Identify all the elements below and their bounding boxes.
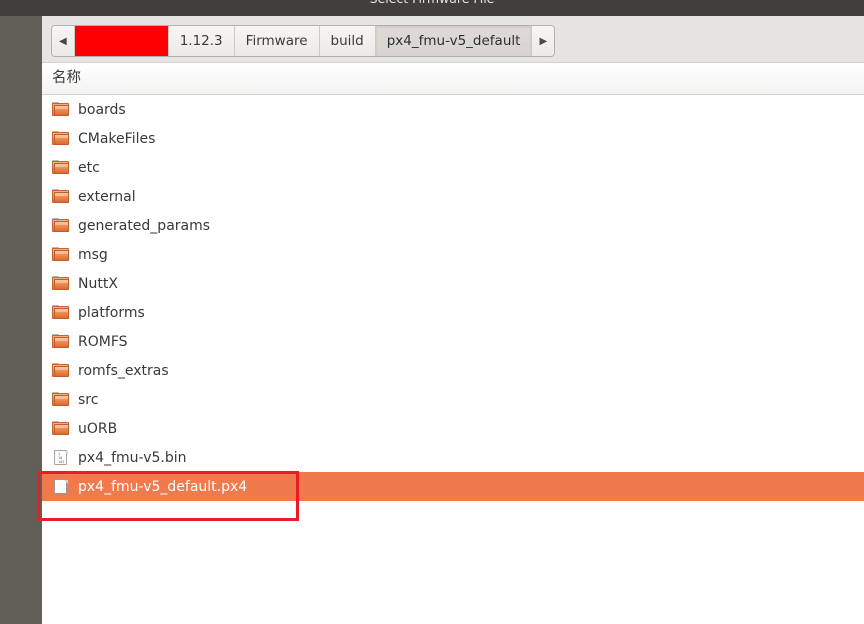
list-column-header[interactable]: 名称 [42, 63, 864, 95]
file-list-row[interactable]: ROMFS [42, 327, 864, 356]
breadcrumb-item-version[interactable]: 1.12.3 [168, 26, 235, 56]
path-bar: ◀ 1.12.3 Firmware build px4_fmu-v5_defau… [42, 16, 864, 63]
file-name-label: generated_params [78, 217, 211, 234]
folder-icon [52, 276, 69, 291]
file-name-label: etc [78, 159, 100, 176]
file-list-row[interactable]: NuttX [42, 269, 864, 298]
file-name-label: px4_fmu-v5_default.px4 [78, 478, 248, 495]
file-name-label: boards [78, 101, 126, 118]
file-name-label: external [78, 188, 136, 205]
file-list[interactable]: boards CMakeFiles etc external generated_par… [42, 95, 864, 624]
file-list-row[interactable]: platforms [42, 298, 864, 327]
window-titlebar: Select Firmware File [0, 0, 864, 16]
window-title: Select Firmware File [0, 0, 864, 7]
file-list-row[interactable]: etc [42, 153, 864, 182]
file-name-label: msg [78, 246, 108, 263]
file-name-label: uORB [78, 420, 118, 437]
file-name-label: px4_fmu-v5.bin [78, 449, 187, 466]
folder-icon [52, 363, 69, 378]
breadcrumb-item-current[interactable]: px4_fmu-v5_default [375, 26, 533, 56]
file-list-row[interactable]: src [42, 385, 864, 414]
folder-icon [52, 305, 69, 320]
breadcrumb-back-button[interactable]: ◀ [52, 26, 75, 56]
breadcrumb-forward-button[interactable]: ▶ [532, 26, 555, 56]
folder-icon [52, 160, 69, 175]
folder-icon [52, 392, 69, 407]
folder-icon [52, 334, 69, 349]
folder-icon [52, 421, 69, 436]
breadcrumb-item-firmware[interactable]: Firmware [234, 26, 320, 56]
folder-icon [52, 189, 69, 204]
file-name-label: romfs_extras [78, 362, 169, 379]
file-list-row[interactable]: external [42, 182, 864, 211]
breadcrumb-item-build[interactable]: build [319, 26, 376, 56]
breadcrumb-item-redacted[interactable] [74, 26, 169, 56]
file-name-label: ROMFS [78, 333, 128, 350]
folder-icon [52, 247, 69, 262]
file-list-row[interactable]: uORB [42, 414, 864, 443]
file-list-row[interactable]: 1 10 101 px4_fmu-v5.bin [42, 443, 864, 472]
folder-icon [52, 218, 69, 233]
file-name-label: NuttX [78, 275, 118, 292]
file-list-row[interactable]: msg [42, 240, 864, 269]
file-chooser-dialog: ◀ 1.12.3 Firmware build px4_fmu-v5_defau… [42, 16, 864, 624]
screen: Select Firmware File ◀ 1.12.3 Firmware b… [0, 0, 864, 624]
file-list-row-selected[interactable]: px4_fmu-v5_default.px4 [42, 472, 864, 501]
file-list-row[interactable]: boards [42, 95, 864, 124]
file-name-label: CMakeFiles [78, 130, 156, 147]
document-file-icon [52, 479, 69, 494]
binary-file-icon: 1 10 101 [52, 450, 69, 465]
file-name-label: src [78, 391, 99, 408]
folder-icon [52, 102, 69, 117]
file-list-row[interactable]: romfs_extras [42, 356, 864, 385]
folder-icon [52, 131, 69, 146]
file-name-label: platforms [78, 304, 145, 321]
file-list-row[interactable]: generated_params [42, 211, 864, 240]
file-list-row[interactable]: CMakeFiles [42, 124, 864, 153]
column-header-name: 名称 [52, 70, 81, 86]
breadcrumb: ◀ 1.12.3 Firmware build px4_fmu-v5_defau… [51, 25, 556, 57]
